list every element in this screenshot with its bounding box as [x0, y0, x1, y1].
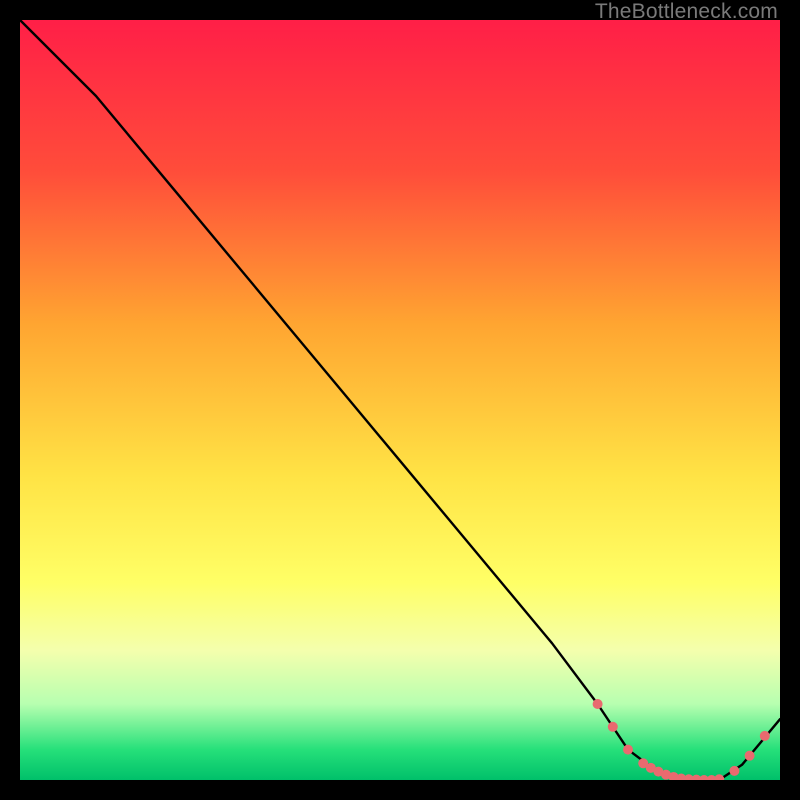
chart-stage: TheBottleneck.com — [0, 0, 800, 800]
curve-marker — [608, 722, 618, 732]
curve-marker — [593, 699, 603, 709]
gradient-background — [20, 20, 780, 780]
curve-marker — [760, 731, 770, 741]
curve-marker — [745, 751, 755, 761]
chart-svg — [20, 20, 780, 780]
curve-marker — [729, 766, 739, 776]
plot-area — [20, 20, 780, 780]
curve-marker — [623, 745, 633, 755]
